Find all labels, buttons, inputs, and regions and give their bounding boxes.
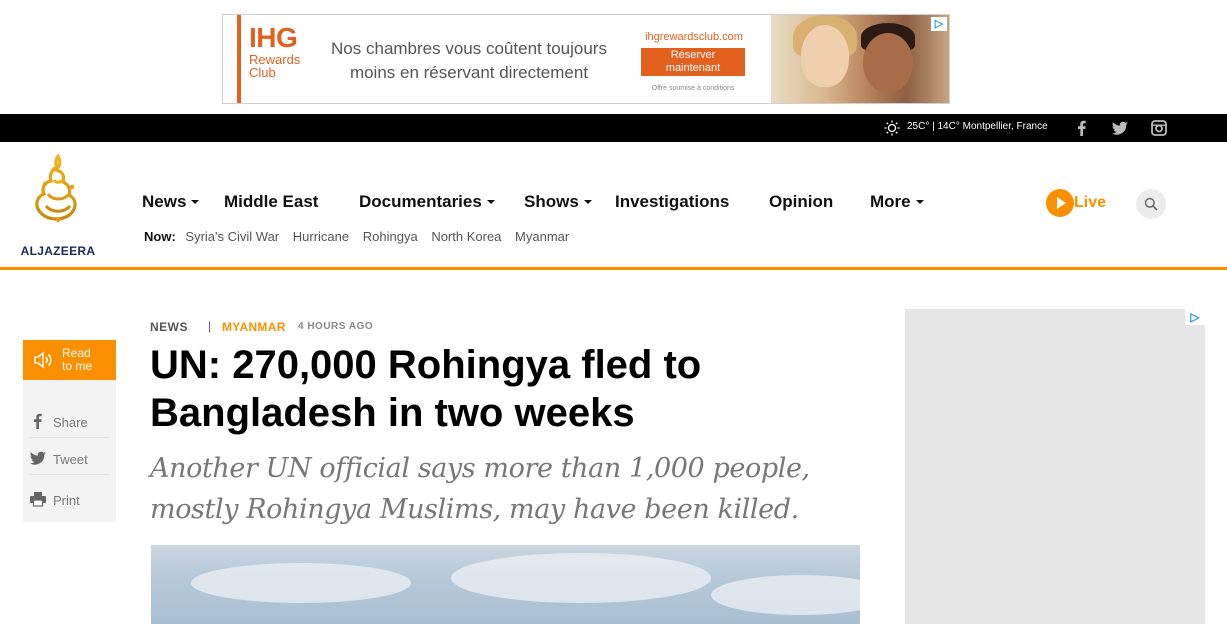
ad-cta-line-2: maintenant (665, 62, 721, 74)
facebook-icon (34, 413, 42, 429)
ad-couple-photo (771, 15, 949, 103)
ad-photo-shape (801, 25, 849, 87)
ad-book-button[interactable]: Réserver maintenant (641, 48, 745, 76)
ad-url[interactable]: ihgrewardsclub.com (639, 31, 749, 43)
logo-wordmark: ALJAZEERA (20, 244, 96, 258)
nav-middle-east[interactable]: Middle East (224, 192, 318, 212)
ad-photo-shape (863, 33, 913, 93)
live-label: Live (1074, 194, 1107, 211)
nav-more-label: More (870, 192, 911, 211)
topic-link-myanmar[interactable]: MYANMAR (222, 320, 286, 334)
nav-opinion[interactable]: Opinion (769, 192, 833, 212)
read-to-me-button[interactable]: Read to me (23, 340, 116, 380)
nav-documentaries-label: Documentaries (359, 192, 482, 211)
search-icon (1144, 197, 1158, 211)
facebook-icon[interactable] (1073, 119, 1091, 137)
ad-brand-sub-2: Club (249, 65, 276, 80)
play-icon (1046, 189, 1074, 217)
article-headline: UN: 270,000 Rohingya fled to Bangladesh … (150, 343, 702, 435)
now-label: Now: (144, 229, 176, 244)
ad-accent-bar (237, 15, 241, 103)
ad-cta-line-1: Réserver (670, 49, 716, 61)
ad-fine-print: Offre soumise à conditions (651, 85, 735, 92)
aljazeera-logo[interactable]: ALJAZEERA (18, 154, 98, 258)
now-link-rohingya[interactable]: Rohingya (363, 229, 418, 244)
twitter-icon[interactable] (1111, 119, 1129, 137)
article-hero-image (151, 545, 860, 624)
chevron-down-icon (486, 200, 495, 204)
chevron-down-icon (191, 200, 200, 204)
read-to-me-line-2: to me (62, 359, 93, 373)
nav-opinion-label: Opinion (769, 192, 834, 211)
print-button[interactable]: Print (29, 480, 109, 516)
tweet-button[interactable]: Tweet (29, 439, 109, 475)
now-link-syria[interactable]: Syria's Civil War (185, 229, 279, 244)
search-button[interactable] (1136, 189, 1166, 219)
print-label: Print (53, 493, 80, 508)
ad-tagline-line-1: Nos chambres vous coûtent toujours (331, 39, 607, 58)
site-header: ALJAZEERA News Middle East Documentaries… (0, 142, 1227, 270)
article-subhead: Another UN official says more than 1,000… (150, 453, 810, 525)
adchoices-icon[interactable]: ▷ (931, 17, 947, 31)
now-link-myanmar[interactable]: Myanmar (515, 229, 569, 244)
share-facebook-button[interactable]: Share (29, 402, 109, 438)
instagram-icon[interactable] (1150, 119, 1168, 137)
ad-brand: IHG (249, 22, 298, 53)
nav-news[interactable]: News (142, 192, 200, 212)
now-link-hurricane[interactable]: Hurricane (293, 229, 349, 244)
chevron-down-icon (583, 200, 592, 204)
twitter-icon (30, 451, 46, 465)
ihg-logo: IHG Rewards Club (249, 22, 300, 80)
nav-middle-east-label: Middle East (224, 192, 319, 211)
tweet-label: Tweet (53, 452, 88, 467)
ad-banner[interactable]: IHG Rewards Club Nos chambres vous coûte… (222, 14, 950, 104)
nav-shows-label: Shows (524, 192, 579, 211)
speaker-icon (34, 351, 52, 369)
meta-separator: | (208, 319, 212, 333)
hero-cloud-shape (711, 575, 860, 615)
sidebar-ad[interactable]: ▷ (905, 309, 1205, 624)
nav-documentaries[interactable]: Documentaries (359, 192, 495, 212)
aljazeera-logo-mark-icon (35, 154, 77, 223)
nav-shows[interactable]: Shows (524, 192, 592, 212)
share-label: Share (53, 415, 88, 430)
trending-now-bar: Now: Syria's Civil War Hurricane Rohingy… (144, 229, 579, 244)
nav-more[interactable]: More (870, 192, 924, 212)
ad-tagline: Nos chambres vous coûtent toujours moins… (319, 37, 619, 85)
section-link-news[interactable]: NEWS (150, 320, 188, 334)
nav-investigations[interactable]: Investigations (615, 192, 729, 212)
adchoices-icon[interactable]: ▷ (1185, 309, 1205, 325)
nav-investigations-label: Investigations (615, 192, 730, 211)
sun-icon (884, 120, 900, 136)
hero-cloud-shape (451, 553, 711, 603)
top-bar: 25C° | 14C° Montpellier, France (0, 114, 1227, 142)
printer-icon (30, 492, 46, 507)
hero-cloud-shape (191, 563, 411, 603)
nav-news-label: News (142, 192, 187, 211)
article-timestamp: 4 HOURS AGO (298, 321, 374, 332)
ad-tagline-line-2: moins en réservant directement (349, 63, 589, 82)
now-link-north-korea[interactable]: North Korea (431, 229, 501, 244)
share-rail: Read to me Share Tweet Print (23, 340, 116, 522)
chevron-down-icon (915, 200, 924, 204)
weather-text: 25C° | 14C° Montpellier, France (907, 121, 1048, 132)
read-to-me-label: Read to me (62, 347, 92, 373)
